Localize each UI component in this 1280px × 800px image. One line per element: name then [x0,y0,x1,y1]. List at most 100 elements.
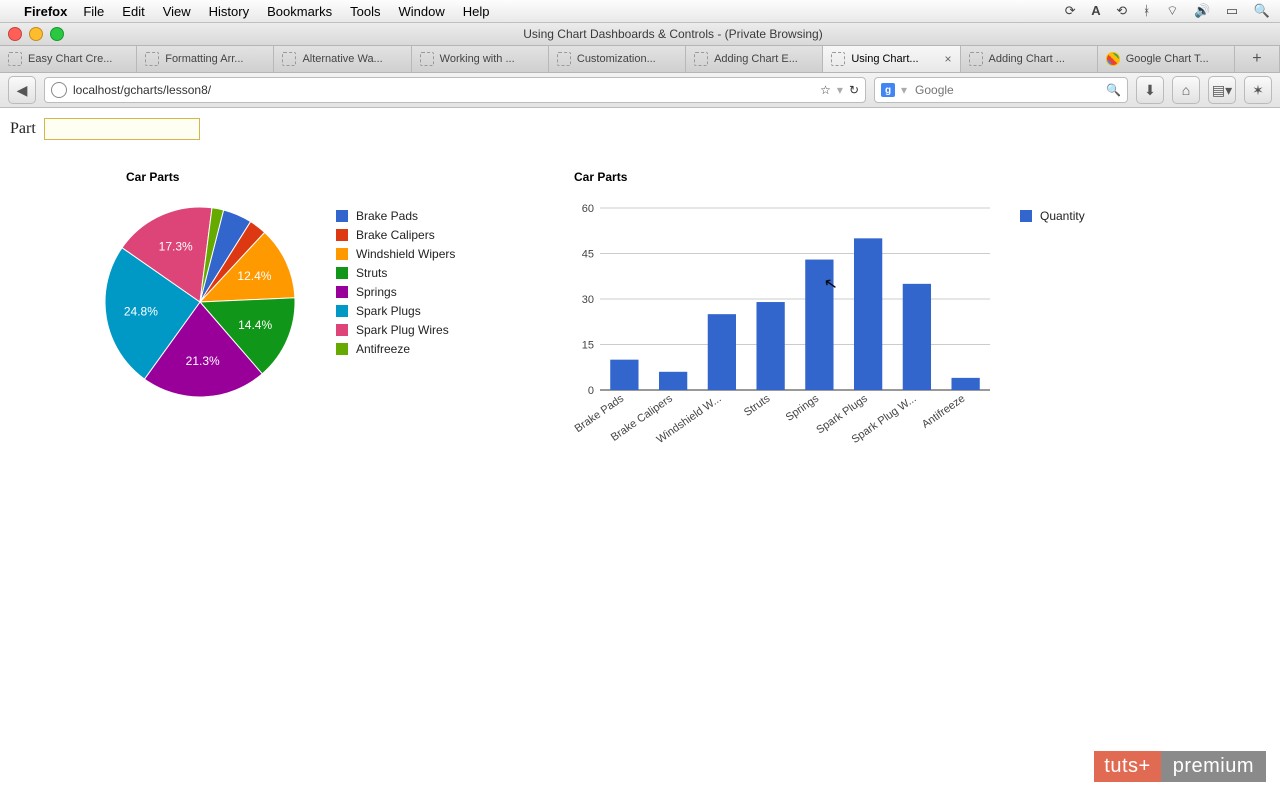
pie-slice-label: 21.3% [186,354,220,368]
window-titlebar: Using Chart Dashboards & Controls - (Pri… [0,23,1280,46]
bookmark-star-icon[interactable]: ☆ [820,83,831,97]
tab-4[interactable]: Customization... [549,46,686,72]
pie-legend-row[interactable]: Brake Pads [336,206,455,225]
wifi-icon[interactable]: ⌔ [1166,3,1178,18]
legend-label: Springs [356,285,397,299]
page-icon [969,52,983,66]
bar-ytick: 30 [582,294,594,306]
part-filter-label: Part [10,120,36,138]
pie-slice-label: 12.4% [237,269,271,283]
new-tab-button[interactable]: + [1235,46,1280,72]
menu-help[interactable]: Help [463,4,490,19]
firebug-button[interactable]: ✶ [1244,76,1272,104]
pie-legend-row[interactable]: Antifreeze [336,339,455,358]
legend-label: Brake Pads [356,209,418,223]
menu-tray: ⟳ A ⟲ ᚼ ⌔ 🔊 ▭ 🔍 [1053,3,1270,19]
window-minimize-button[interactable] [29,27,43,41]
bluetooth-icon[interactable]: ᚼ [1143,3,1151,18]
legend-label: Struts [356,266,387,280]
pie-legend-row[interactable]: Struts [336,263,455,282]
tab-7[interactable]: Adding Chart ... [961,46,1098,72]
bar[interactable] [659,372,687,390]
bar[interactable] [854,238,882,390]
downloads-button[interactable]: ⬇ [1136,76,1164,104]
mac-menubar: Firefox File Edit View History Bookmarks… [0,0,1280,23]
tab-label: Alternative Wa... [302,53,382,65]
bar[interactable] [610,360,638,390]
volume-icon[interactable]: 🔊 [1194,3,1210,18]
search-box[interactable]: g ▾ 🔍 [874,77,1128,103]
battery-icon[interactable]: ▭ [1226,3,1238,18]
tab-3[interactable]: Working with ... [412,46,549,72]
menu-file[interactable]: File [83,4,104,19]
pie-legend-row[interactable]: Windshield Wipers [336,244,455,263]
pie-legend-row[interactable]: Brake Calipers [336,225,455,244]
tab-1[interactable]: Formatting Arr... [137,46,274,72]
adobe-icon[interactable]: A [1091,3,1100,18]
bar[interactable] [708,314,736,390]
spotlight-icon[interactable]: 🔍 [1254,3,1270,18]
timemachine-icon[interactable]: ⟲ [1116,3,1127,18]
tab-2[interactable]: Alternative Wa... [274,46,411,72]
window-close-button[interactable] [8,27,22,41]
menu-view[interactable]: View [163,4,191,19]
page-icon [145,52,159,66]
pie-chart: Car Parts 12.4%14.4%21.3%24.8%17.3% Brak… [100,170,530,402]
bar-chart-canvas: 015304560Brake PadsBrake CalipersWindshi… [570,202,1000,452]
reload-icon[interactable]: ↻ [849,83,859,97]
tab-0[interactable]: Easy Chart Cre... [0,46,137,72]
tab-6-active[interactable]: Using Chart... × [823,46,960,72]
menu-bookmarks[interactable]: Bookmarks [267,4,332,19]
legend-swatch-icon [1020,210,1032,222]
tab-label: Customization... [577,53,656,65]
pie-legend: Brake Pads Brake Calipers Windshield Wiper… [336,206,455,358]
part-filter-input[interactable] [44,118,200,140]
menu-window[interactable]: Window [399,4,445,19]
bar[interactable] [756,302,784,390]
pie-legend-row[interactable]: Springs [336,282,455,301]
home-button[interactable]: ⌂ [1172,76,1200,104]
legend-swatch-icon [336,229,348,241]
screencast-icon[interactable]: ⟳ [1065,3,1076,18]
tab-label: Adding Chart ... [989,53,1065,65]
bar[interactable] [903,284,931,390]
back-button[interactable]: ◀ [8,76,36,104]
google-icon [1106,52,1120,66]
menu-edit[interactable]: Edit [122,4,144,19]
bar-ytick: 60 [582,203,594,215]
pie-slice-label: 14.4% [238,318,272,332]
app-name[interactable]: Firefox [24,4,67,19]
page-icon [282,52,296,66]
search-magnify-icon[interactable]: 🔍 [1106,83,1121,97]
legend-swatch-icon [336,305,348,317]
close-tab-icon[interactable]: × [945,52,952,66]
tab-8[interactable]: Google Chart T... [1098,46,1235,72]
bar-xlabel: Struts [742,392,773,419]
legend-label: Spark Plug Wires [356,323,449,337]
legend-swatch-icon [336,248,348,260]
legend-swatch-icon [336,267,348,279]
url-bar[interactable]: localhost/gcharts/lesson8/ ☆ ▾ ↻ [44,77,866,103]
bar-ytick: 15 [582,340,594,352]
window-zoom-button[interactable] [50,27,64,41]
pie-legend-row[interactable]: Spark Plugs [336,301,455,320]
bookmarks-button[interactable]: ▤▾ [1208,76,1236,104]
url-text: localhost/gcharts/lesson8/ [73,83,211,97]
page-icon [694,52,708,66]
page-icon [420,52,434,66]
legend-label: Antifreeze [356,342,410,356]
legend-label: Windshield Wipers [356,247,455,261]
legend-swatch-icon [336,286,348,298]
menu-history[interactable]: History [209,4,249,19]
tab-label: Adding Chart E... [714,53,798,65]
pie-legend-row[interactable]: Spark Plug Wires [336,320,455,339]
tab-5[interactable]: Adding Chart E... [686,46,823,72]
tab-label: Google Chart T... [1126,53,1209,65]
bar[interactable] [951,378,979,390]
tab-label: Using Chart... [851,53,918,65]
search-input[interactable] [913,82,1100,98]
menu-tools[interactable]: Tools [350,4,380,19]
page-icon [8,52,22,66]
legend-label: Spark Plugs [356,304,421,318]
site-identity-icon[interactable] [51,82,67,98]
